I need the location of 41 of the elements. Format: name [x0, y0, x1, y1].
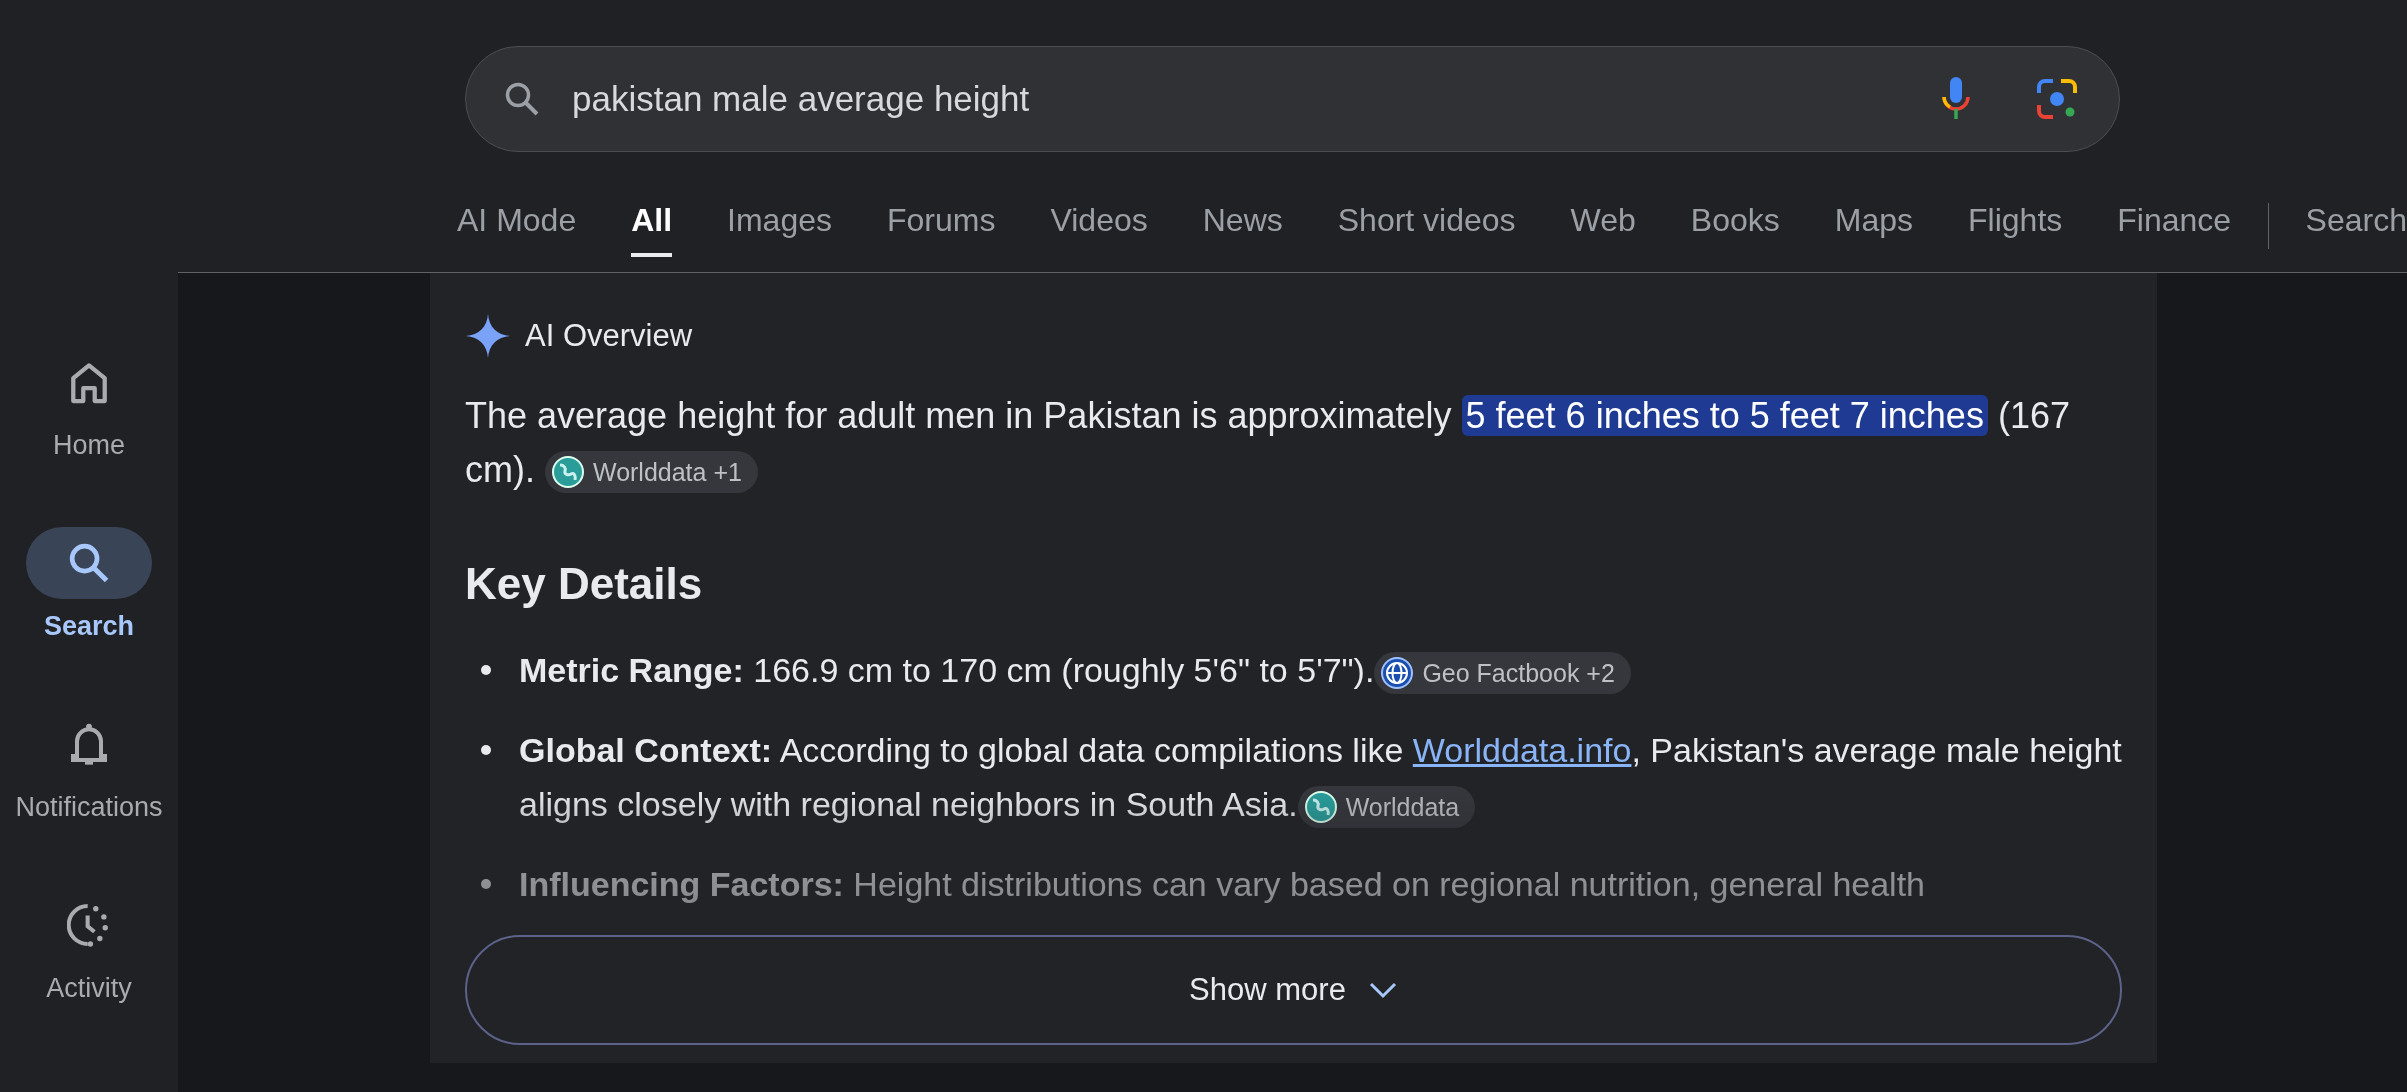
search-input[interactable]: pakistan male average height [570, 78, 1911, 120]
tab[interactable]: Forums [887, 194, 996, 257]
bullet-dot-icon [481, 665, 491, 675]
search-bar[interactable]: pakistan male average height [465, 46, 2120, 152]
home-icon [69, 360, 109, 404]
overview-title: AI Overview [525, 318, 693, 354]
sidebar-item[interactable]: Home [26, 346, 152, 461]
bullet-dot-icon [481, 879, 491, 889]
tab[interactable]: Web [1570, 194, 1636, 257]
source-chip[interactable]: Worlddata [1297, 786, 1476, 828]
tab[interactable]: Books [1690, 194, 1780, 257]
sidebar-item[interactable]: Notifications [15, 708, 163, 823]
source-chip[interactable]: Worlddata +1 [545, 451, 758, 494]
sparkle-icon [465, 313, 511, 359]
bell-icon [69, 721, 109, 767]
tab[interactable]: Short videos [1337, 194, 1516, 257]
tab[interactable]: All [631, 194, 673, 257]
clock-icon [67, 902, 111, 948]
bullet-text: Influencing Factors: Height distributions can vary based on regional nutrition, general health [519, 864, 1927, 905]
link[interactable]: Worlddata.info [1412, 731, 1632, 769]
show-more-button[interactable]: Show more [465, 935, 2122, 1045]
camera-icon[interactable] [2035, 77, 2079, 121]
bullet-text: Metric Range: 166.9 cm to 170 cm (roughly 5'6" to 5'7"). Geo Factbook +2 [519, 643, 2122, 697]
tab[interactable]: Images [727, 194, 832, 257]
globe-icon [1380, 656, 1415, 690]
tab[interactable]: AI Mode [457, 194, 577, 257]
tab[interactable]: News [1202, 194, 1283, 257]
chevron-down-icon [1367, 981, 1398, 999]
tab[interactable]: Search [2305, 194, 2407, 257]
section-heading: Key Details [465, 559, 704, 609]
tab[interactable]: Flights [1968, 194, 2063, 257]
earth-icon [551, 455, 585, 490]
search-icon [67, 541, 111, 585]
bullet-dot-icon [481, 745, 491, 755]
earth-icon [1303, 790, 1338, 824]
tab[interactable]: Maps [1834, 194, 1913, 257]
summary-text: The average height for adult men in Pakistan is approximately 5 feet 6 inches to 5 feet 7 inches (167 cm). Worlddata +1 [465, 389, 2122, 497]
sidebar-item[interactable]: Activity [26, 889, 152, 1004]
tab[interactable]: Finance [2117, 194, 2232, 257]
tab[interactable]: Videos [1050, 194, 1148, 257]
source-chip[interactable]: Geo Factbook +2 [1374, 652, 1631, 694]
